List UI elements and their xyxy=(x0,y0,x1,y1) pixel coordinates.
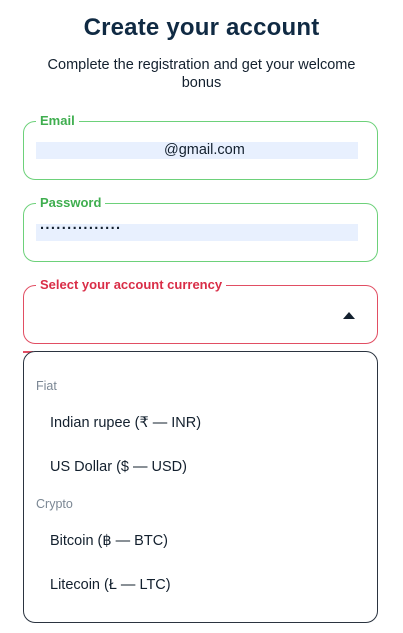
email-label: Email xyxy=(36,113,79,129)
page-subtitle: Complete the registration and get your w… xyxy=(47,57,356,91)
option-inr[interactable]: Indian rupee (₹ — INR) xyxy=(24,404,377,442)
email-value: @gmail.com xyxy=(164,142,245,158)
group-label-crypto: Crypto xyxy=(36,497,73,511)
currency-label: Select your account currency xyxy=(36,277,227,293)
password-input[interactable]: ··············· xyxy=(36,221,358,241)
email-field[interactable]: Email @gmail.com xyxy=(23,113,378,180)
registration-page: Create your account Complete the registr… xyxy=(0,0,403,633)
currency-select[interactable]: Select your account currency xyxy=(23,277,378,344)
password-label: Password xyxy=(36,195,106,211)
option-ltc[interactable]: Litecoin (Ł — LTC) xyxy=(24,566,377,604)
email-input[interactable]: @gmail.com xyxy=(36,142,358,159)
caret-up-icon[interactable] xyxy=(343,312,355,319)
password-value: ··············· xyxy=(40,221,122,237)
password-field[interactable]: Password ··············· xyxy=(23,195,378,262)
page-title: Create your account xyxy=(83,14,320,41)
option-usd[interactable]: US Dollar ($ — USD) xyxy=(24,448,377,486)
option-btc[interactable]: Bitcoin (฿ — BTC) xyxy=(24,522,377,560)
group-label-fiat: Fiat xyxy=(36,379,57,393)
currency-dropdown: Fiat Indian rupee (₹ — INR) US Dollar ($… xyxy=(23,351,378,623)
